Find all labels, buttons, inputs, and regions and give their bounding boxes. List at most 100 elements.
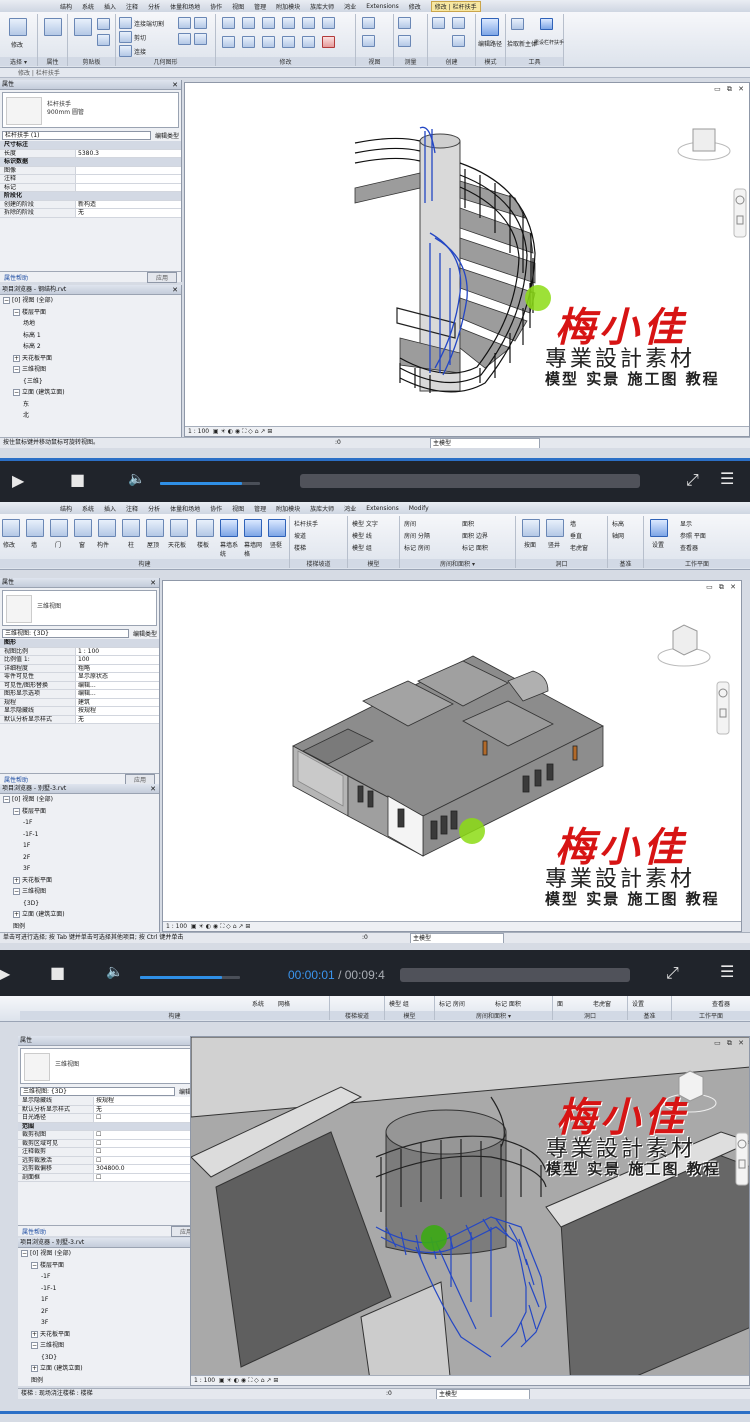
collapse-icon[interactable]: − — [3, 297, 10, 304]
ribbon-tab[interactable]: 体量和场地 — [170, 2, 200, 11]
property-value[interactable]: 5380.3 — [76, 149, 181, 157]
property-value[interactable]: 编辑... — [76, 690, 159, 698]
create-parts-icon[interactable] — [452, 35, 465, 47]
property-row[interactable]: 详细程度 粗略 — [0, 664, 159, 673]
ribbon-tab[interactable]: 修改 — [409, 2, 421, 11]
property-group-header[interactable]: 范围 — [18, 1122, 205, 1131]
property-row[interactable]: 拆除的阶段无 — [0, 209, 181, 218]
property-value[interactable]: 按规程 — [76, 707, 159, 715]
expand-icon[interactable]: + — [13, 354, 20, 362]
align-icon[interactable] — [222, 17, 235, 29]
modify-cursor-icon[interactable] — [2, 519, 20, 537]
stop-icon[interactable]: ■ — [50, 963, 65, 982]
tree-item[interactable]: − [0] 视图 (全部) — [3, 794, 159, 806]
navigation-bar[interactable] — [716, 681, 730, 735]
property-value[interactable]: 无 — [94, 1105, 205, 1113]
property-value[interactable]: ☐ — [94, 1156, 205, 1164]
properties-help-link[interactable]: 属性帮助 — [22, 1227, 46, 1236]
property-row[interactable]: 标记 — [0, 183, 181, 192]
property-value[interactable] — [76, 183, 181, 191]
join-icon[interactable] — [119, 45, 132, 57]
property-value[interactable] — [76, 166, 181, 174]
tree-item[interactable]: − 楼层平面 — [3, 806, 159, 818]
demolish-icon[interactable] — [194, 33, 207, 45]
expand-icon[interactable]: + — [31, 1330, 38, 1338]
tree-item[interactable]: 图例 — [21, 1375, 205, 1387]
mirror-draw-icon[interactable] — [282, 17, 295, 29]
viewcube[interactable] — [661, 1067, 719, 1113]
ribbon-tab[interactable]: 系统 — [82, 2, 94, 11]
ceiling-icon[interactable] — [170, 519, 188, 537]
dormer-label[interactable]: 老虎窗 — [593, 999, 611, 1008]
ribbon-tab[interactable]: 附加模块 — [276, 2, 300, 11]
dormer-label[interactable]: 老虎窗 — [570, 543, 588, 552]
property-row[interactable]: 显示隐藏线 按规程 — [0, 707, 159, 716]
instance-filter-dropdown[interactable]: 三维视图: {3D} — [20, 1087, 175, 1096]
property-value[interactable]: 无 — [76, 715, 159, 723]
room-label[interactable]: 房间 — [404, 519, 416, 528]
fullscreen-icon[interactable]: ⤢ — [666, 963, 679, 983]
collapse-icon[interactable]: − — [13, 807, 20, 815]
instance-filter-dropdown[interactable]: 栏杆扶手 (1) — [2, 131, 151, 140]
move-icon[interactable] — [222, 36, 235, 48]
vertical-label[interactable]: 垂直 — [570, 531, 582, 540]
property-value[interactable]: 304800.0 — [94, 1165, 205, 1173]
show-label[interactable]: 显示 — [680, 519, 692, 528]
railing-label[interactable]: 栏杆扶手 — [294, 519, 318, 528]
property-row[interactable]: 比例值 1: 100 — [0, 656, 159, 665]
property-value[interactable]: 按规程 — [94, 1097, 205, 1105]
ramp-label[interactable]: 坡道 — [294, 531, 306, 540]
copy-icon[interactable] — [97, 18, 110, 30]
tree-item[interactable]: 3F — [21, 1317, 205, 1329]
property-row[interactable]: 可见性/图形替换 编辑... — [0, 681, 159, 690]
property-row[interactable]: 裁剪视图 ☐ — [18, 1131, 205, 1140]
model-line-label[interactable]: 模型 线 — [352, 531, 372, 540]
trim-extend-icon[interactable] — [282, 36, 295, 48]
collapse-icon[interactable]: − — [31, 1261, 38, 1269]
tree-item[interactable]: 2F — [21, 1306, 205, 1318]
ribbon-tab[interactable]: 族库大师 — [310, 504, 334, 513]
hide-icon[interactable] — [362, 17, 375, 29]
ribbon-tab[interactable]: 体量和场地 — [170, 504, 200, 513]
type-selector[interactable]: 三维视图 — [2, 590, 157, 626]
component-icon[interactable] — [98, 519, 116, 537]
tree-item[interactable]: {三维} — [3, 376, 181, 388]
ribbon-tab[interactable]: 管理 — [254, 2, 266, 11]
tree-item[interactable]: 3F — [3, 863, 159, 875]
3d-viewport-stair[interactable]: ▭ ⧉ ✕ 梅小佳 專業設計素材 模型 实景 施工图 教程 1 : 100 ▣ … — [190, 1036, 750, 1386]
tree-item[interactable]: − [0] 视图 (全部) — [3, 295, 181, 307]
ribbon-tab[interactable]: 结构 — [60, 2, 72, 11]
property-row[interactable]: 默认分析显示样式无 — [18, 1105, 205, 1114]
property-value[interactable]: 无 — [76, 209, 181, 217]
ribbon-tab[interactable]: 管理 — [254, 504, 266, 513]
workset-dropdown[interactable]: 主模型 — [436, 1389, 530, 1399]
play-icon[interactable]: ▶ — [12, 471, 24, 490]
wall-icon[interactable] — [26, 519, 44, 537]
face-label[interactable]: 面 — [557, 999, 563, 1008]
ribbon-tab[interactable]: 视图 — [232, 2, 244, 11]
measure-icon[interactable] — [398, 17, 411, 29]
property-value[interactable]: ☐ — [94, 1131, 205, 1139]
property-row[interactable]: 默认分析显示样式无 — [0, 715, 159, 724]
collapse-icon[interactable]: − — [13, 389, 20, 396]
tree-item[interactable]: − 楼层平面 — [3, 307, 181, 319]
ribbon-tab[interactable]: 系统 — [82, 504, 94, 513]
shaft-icon[interactable] — [546, 519, 564, 537]
curtain-grid-icon[interactable] — [244, 519, 262, 537]
dimension-icon[interactable] — [398, 35, 411, 47]
view-scale[interactable]: 1 : 100 — [188, 428, 209, 435]
override-icon[interactable] — [362, 35, 375, 47]
tree-item[interactable]: 2F — [3, 852, 159, 864]
play-icon[interactable]: ▶ — [0, 964, 10, 983]
viewer-label[interactable]: 查看器 — [712, 999, 730, 1008]
ribbon-tab[interactable]: 分析 — [148, 504, 160, 513]
ribbon-tab[interactable]: 视图 — [232, 504, 244, 513]
window-icon[interactable] — [74, 519, 92, 537]
modify-cursor-icon[interactable] — [9, 18, 27, 36]
panel-label-room-area[interactable]: 房间和面积 ▾ — [435, 1011, 552, 1020]
menu-icon[interactable]: ☰ — [720, 962, 734, 981]
grid-label[interactable]: 轴网 — [612, 531, 624, 540]
tree-item[interactable]: + 天花板平面 — [3, 875, 159, 887]
array-icon[interactable] — [302, 36, 315, 48]
ribbon-tab[interactable]: Modify — [409, 505, 429, 512]
